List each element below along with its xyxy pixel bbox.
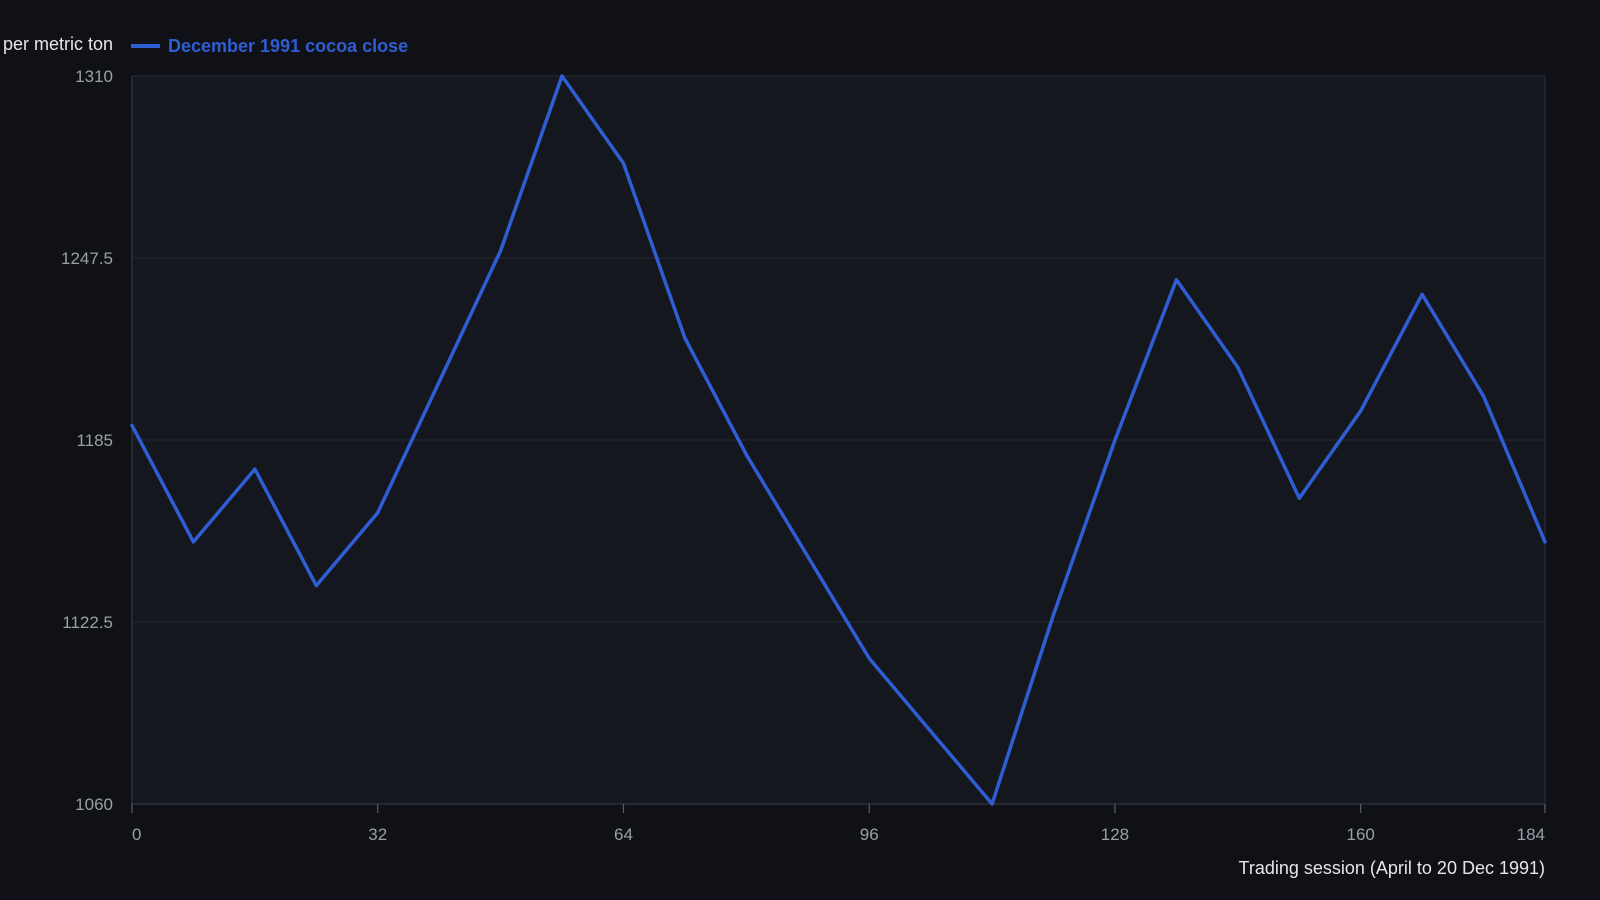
y-tick-label: 1185 <box>76 431 113 450</box>
x-axis-title: Trading session (April to 20 Dec 1991) <box>1239 858 1545 878</box>
x-tick-label: 96 <box>860 825 879 844</box>
line-chart: 1060 1122.5 1185 1247.5 1310 0 32 64 96 128 160 184… <box>0 0 1600 900</box>
y-axis-title: per metric ton <box>3 34 113 54</box>
x-tick-label: 184 <box>1517 825 1545 844</box>
y-tick-label: 1060 <box>75 795 113 814</box>
x-tick-label: 128 <box>1101 825 1129 844</box>
y-tick-label: 1247.5 <box>61 249 113 268</box>
legend-label: December 1991 cocoa close <box>168 36 408 56</box>
x-tick-label: 0 <box>132 825 141 844</box>
x-tick-label: 32 <box>368 825 387 844</box>
y-tick-label: 1122.5 <box>62 613 113 632</box>
y-tick-label: 1310 <box>75 67 113 86</box>
x-tick-label: 160 <box>1347 825 1375 844</box>
legend: December 1991 cocoa close <box>131 36 408 56</box>
x-tick-label: 64 <box>614 825 633 844</box>
